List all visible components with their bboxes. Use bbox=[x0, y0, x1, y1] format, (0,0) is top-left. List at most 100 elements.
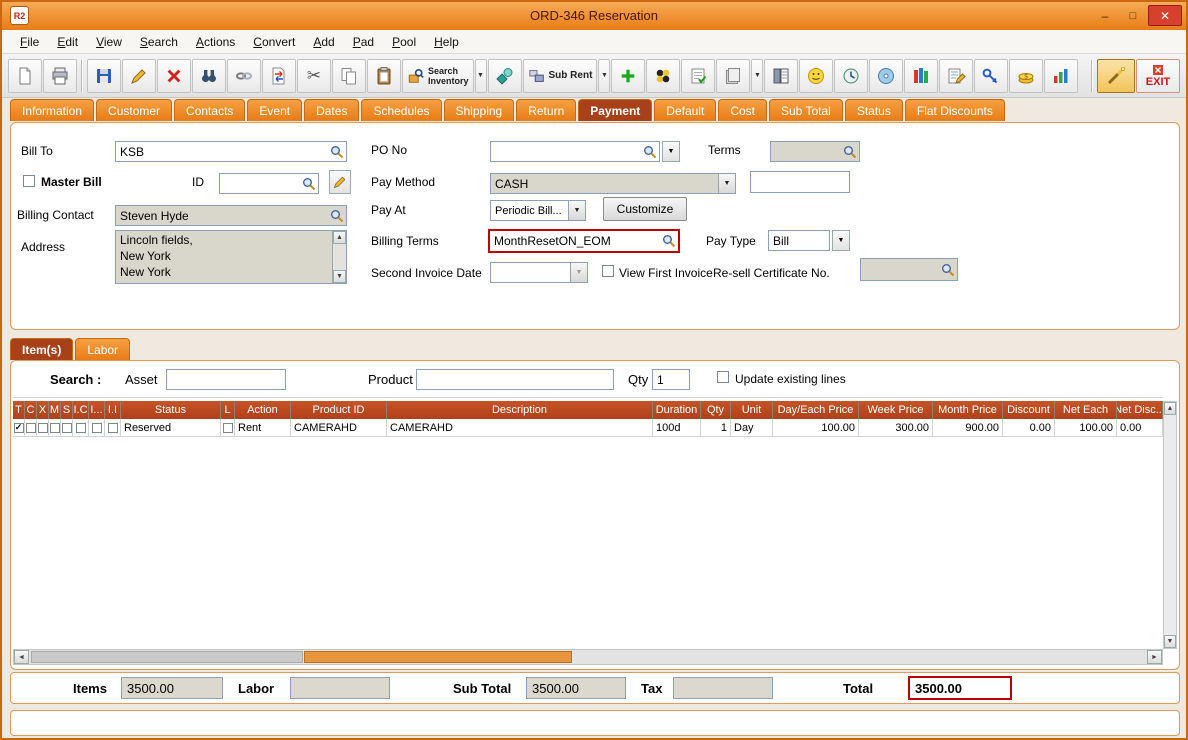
po-no-field[interactable] bbox=[490, 141, 660, 162]
wizard-button[interactable] bbox=[1097, 59, 1135, 93]
col-ii[interactable]: I.I bbox=[105, 401, 121, 419]
cell-status[interactable]: Reserved bbox=[121, 419, 221, 437]
tab-default[interactable]: Default bbox=[654, 99, 716, 121]
cell-action[interactable]: Rent bbox=[235, 419, 291, 437]
search-inventory-dropdown[interactable]: ▼ bbox=[475, 59, 487, 93]
row-checkbox[interactable] bbox=[108, 423, 118, 433]
col-discount[interactable]: Discount bbox=[1003, 401, 1055, 419]
dims-button[interactable] bbox=[716, 59, 750, 93]
tab-flat-discounts[interactable]: Flat Discounts bbox=[905, 99, 1005, 121]
menu-actions[interactable]: Actions bbox=[188, 32, 243, 52]
tab-cost[interactable]: Cost bbox=[718, 99, 767, 121]
col-c[interactable]: C bbox=[25, 401, 37, 419]
second-invoice-date-combo[interactable]: ▼ bbox=[490, 262, 588, 283]
cell-m[interactable] bbox=[49, 419, 61, 437]
menu-edit[interactable]: Edit bbox=[49, 32, 86, 52]
scroll-right-icon[interactable]: ► bbox=[1147, 650, 1162, 664]
feedback-button[interactable] bbox=[799, 59, 833, 93]
master-bill-checkbox[interactable] bbox=[23, 175, 35, 187]
scroll-up-icon[interactable]: ▲ bbox=[333, 231, 346, 244]
scroll-down-icon[interactable]: ▼ bbox=[1164, 635, 1176, 648]
notes-button[interactable] bbox=[681, 59, 715, 93]
scrollbar-thumb[interactable] bbox=[31, 651, 303, 663]
convert-button[interactable] bbox=[262, 59, 296, 93]
menu-pool[interactable]: Pool bbox=[384, 32, 424, 52]
report-button[interactable] bbox=[764, 59, 798, 93]
search-icon[interactable] bbox=[662, 234, 676, 248]
menu-add[interactable]: Add bbox=[305, 32, 342, 52]
cell-s[interactable] bbox=[61, 419, 73, 437]
row-checkbox[interactable]: ✓ bbox=[14, 423, 24, 433]
bill-to-field[interactable]: KSB bbox=[115, 141, 347, 162]
row-checkbox[interactable] bbox=[50, 423, 60, 433]
maximize-button[interactable]: □ bbox=[1120, 5, 1146, 26]
col-description[interactable]: Description bbox=[387, 401, 653, 419]
tab-shipping[interactable]: Shipping bbox=[444, 99, 515, 121]
cell-t[interactable]: ✓ bbox=[13, 419, 25, 437]
address-scrollbar[interactable]: ▲ ▼ bbox=[332, 231, 346, 283]
pay-method-select[interactable]: CASH ▼ bbox=[490, 173, 736, 194]
title-bar[interactable]: R2 ORD-346 Reservation – □ ✕ bbox=[2, 2, 1186, 30]
tab-sub-total[interactable]: Sub Total bbox=[769, 99, 843, 121]
col-unit[interactable]: Unit bbox=[731, 401, 773, 419]
save-button[interactable] bbox=[87, 59, 121, 93]
cut-button[interactable]: ✂ bbox=[297, 59, 331, 93]
menu-convert[interactable]: Convert bbox=[245, 32, 303, 52]
tab-payment[interactable]: Payment bbox=[578, 99, 652, 121]
pay-method-extra-field[interactable] bbox=[750, 171, 850, 193]
col-m[interactable]: M bbox=[49, 401, 61, 419]
tab-contacts[interactable]: Contacts bbox=[174, 99, 245, 121]
billing-contact-field[interactable]: Steven Hyde bbox=[115, 205, 347, 226]
cell-qty[interactable]: 1 bbox=[701, 419, 731, 437]
tab-schedules[interactable]: Schedules bbox=[361, 99, 441, 121]
find-button[interactable] bbox=[192, 59, 226, 93]
billing-terms-field[interactable]: MonthResetON_EOM bbox=[488, 229, 680, 253]
cell-ic[interactable] bbox=[73, 419, 89, 437]
catalog-button[interactable] bbox=[904, 59, 938, 93]
cell-description[interactable]: CAMERAHD bbox=[387, 419, 653, 437]
search-icon[interactable] bbox=[843, 145, 857, 159]
tab-items[interactable]: Item(s) bbox=[10, 338, 73, 360]
cell-ii[interactable] bbox=[105, 419, 121, 437]
tab-labor[interactable]: Labor bbox=[75, 338, 130, 360]
scroll-left-icon[interactable]: ◄ bbox=[14, 650, 29, 664]
col-ic[interactable]: I.C bbox=[73, 401, 89, 419]
group-button[interactable] bbox=[646, 59, 680, 93]
col-duration[interactable]: Duration bbox=[653, 401, 701, 419]
row-checkbox[interactable] bbox=[76, 423, 86, 433]
asset-search-field[interactable] bbox=[166, 369, 286, 390]
cell-net-disc[interactable]: 0.00 bbox=[1117, 419, 1163, 437]
cell-duration[interactable]: 100d bbox=[653, 419, 701, 437]
col-net-disc[interactable]: Net Disc... bbox=[1117, 401, 1163, 419]
customize-button[interactable]: Customize bbox=[603, 197, 687, 221]
search-icon[interactable] bbox=[330, 209, 344, 223]
row-checkbox[interactable] bbox=[92, 423, 102, 433]
search-icon[interactable] bbox=[330, 145, 344, 159]
view-first-invoice-checkbox[interactable] bbox=[602, 265, 614, 277]
col-x[interactable]: X bbox=[37, 401, 49, 419]
search-icon[interactable] bbox=[643, 145, 657, 159]
history-button[interactable] bbox=[834, 59, 868, 93]
col-status[interactable]: Status bbox=[121, 401, 221, 419]
tab-customer[interactable]: Customer bbox=[96, 99, 172, 121]
access-key-button[interactable] bbox=[974, 59, 1008, 93]
resell-certificate-field[interactable] bbox=[860, 258, 958, 281]
cell-unit[interactable]: Day bbox=[731, 419, 773, 437]
product-search-field[interactable] bbox=[416, 369, 614, 390]
cell-discount[interactable]: 0.00 bbox=[1003, 419, 1055, 437]
new-button[interactable] bbox=[8, 59, 42, 93]
horizontal-scrollbar[interactable]: ◄ ► bbox=[13, 649, 1163, 665]
col-t[interactable]: T bbox=[13, 401, 25, 419]
menu-help[interactable]: Help bbox=[426, 32, 467, 52]
pay-at-select[interactable]: Periodic Bill... ▼ bbox=[490, 200, 586, 221]
scroll-up-icon[interactable]: ▲ bbox=[1164, 402, 1176, 415]
stats-button[interactable] bbox=[1044, 59, 1078, 93]
search-icon[interactable] bbox=[941, 263, 955, 277]
col-qty[interactable]: Qty bbox=[701, 401, 731, 419]
row-checkbox[interactable] bbox=[26, 423, 36, 433]
cell-x[interactable] bbox=[37, 419, 49, 437]
cell-product-id[interactable]: CAMERAHD bbox=[291, 419, 387, 437]
terms-field[interactable] bbox=[770, 141, 860, 162]
col-day-each-price[interactable]: Day/Each Price bbox=[773, 401, 859, 419]
col-s[interactable]: S bbox=[61, 401, 73, 419]
